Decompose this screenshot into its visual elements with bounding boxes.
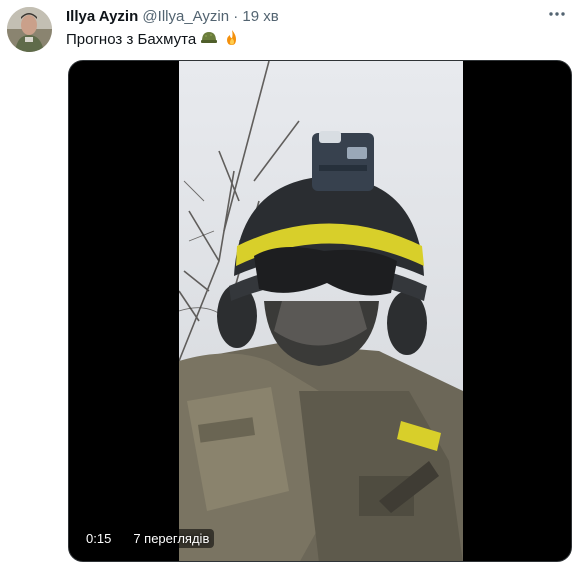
author-name[interactable]: Illya Ayzin xyxy=(66,8,138,25)
ellipsis-icon[interactable] xyxy=(545,6,569,26)
tweet-time[interactable]: 19 хв xyxy=(242,8,278,25)
video-views: 7 переглядів xyxy=(128,528,215,548)
tweet-text-content: Прогноз з Бахмута xyxy=(66,31,197,48)
video-overlay: 0:15 7 переглядів xyxy=(81,527,215,549)
avatar[interactable] xyxy=(7,7,52,52)
tweet-text: Прогноз з Бахмута xyxy=(66,29,241,53)
video-thumbnail xyxy=(179,61,463,561)
video-frame xyxy=(179,61,463,561)
helmet-emoji-icon xyxy=(200,29,218,53)
tweet-header: Illya Ayzin @Illya_Ayzin · 19 хв xyxy=(66,7,279,27)
separator-dot: · xyxy=(233,8,239,25)
video-duration: 0:15 xyxy=(81,528,117,548)
avatar-image xyxy=(7,7,52,52)
video-player[interactable]: 0:15 7 переглядів xyxy=(68,60,572,562)
tweet[interactable]: Illya Ayzin @Illya_Ayzin · 19 хв Прогноз… xyxy=(0,0,583,568)
author-handle[interactable]: @Illya_Ayzin xyxy=(142,8,229,25)
fire-emoji-icon xyxy=(223,29,241,53)
